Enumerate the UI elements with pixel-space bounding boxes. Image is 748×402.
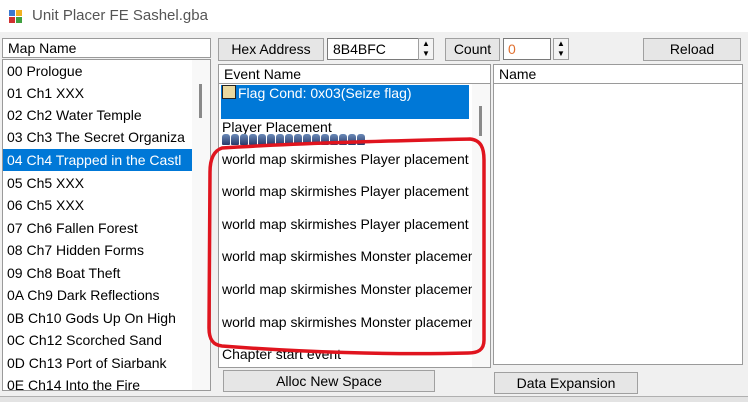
map-list-item[interactable]: 03 Ch3 The Secret Organiza [3,126,192,148]
hex-address-input[interactable]: 8B4BFC [327,38,421,60]
map-name-header-label: Map Name [8,40,77,56]
name-list[interactable] [493,84,743,365]
spin-down-icon[interactable]: ▼ [554,49,568,59]
unit-sprite-icon [303,134,311,145]
unit-sprite-icon [294,134,302,145]
hex-address-button[interactable]: Hex Address [218,38,324,61]
map-list-item[interactable]: 05 Ch5 XXX [3,172,192,194]
map-list-item[interactable]: 02 Ch2 Water Temple [3,104,192,126]
map-list[interactable]: 00 Prologue 01 Ch1 XXX 02 Ch2 Water Temp… [2,59,211,391]
map-list-item[interactable]: 0E Ch14 Into the Fire [3,374,192,390]
count-spinner[interactable]: ▲ ▼ [553,38,569,60]
count-input[interactable]: 0 [503,38,551,60]
event-name-column-header[interactable]: Event Name [218,64,491,84]
event-list-item[interactable]: world map skirmishes Player placement [222,151,472,167]
map-list-item[interactable]: 0A Ch9 Dark Reflections [3,284,192,306]
unit-sprites-row [222,134,365,146]
map-list-item[interactable]: 0C Ch12 Scorched Sand [3,329,192,351]
unit-sprite-icon [276,134,284,145]
unit-sprite-icon [222,134,230,145]
unit-sprite-icon [357,134,365,145]
unit-sprite-icon [267,134,275,145]
name-header-label: Name [499,66,537,82]
map-list-item[interactable]: 0B Ch10 Gods Up On High [3,307,192,329]
spin-up-icon[interactable]: ▲ [554,39,568,49]
event-list-item[interactable]: Player Placement [222,119,472,135]
unit-sprite-icon [339,134,347,145]
event-list-item[interactable]: world map skirmishes Monster placement [222,281,472,297]
event-list-item[interactable]: world map skirmishes Monster placement [222,248,472,264]
unit-sprite-icon [330,134,338,145]
event-name-header-label: Event Name [224,66,302,82]
event-list-item[interactable]: Chapter start event [222,346,472,362]
app-icon [9,10,22,23]
count-button[interactable]: Count [445,38,500,61]
unit-sprite-icon [321,134,329,145]
event-list-scrollbar[interactable] [472,84,490,367]
event-flag-icon [222,85,236,99]
data-expansion-button[interactable]: Data Expansion [494,372,638,394]
reload-button[interactable]: Reload [643,38,741,61]
unit-sprite-icon [258,134,266,145]
event-list-item[interactable]: world map skirmishes Player placement [222,216,472,232]
unit-sprite-icon [312,134,320,145]
hex-address-spinner[interactable]: ▲ ▼ [418,38,434,60]
unit-sprite-icon [240,134,248,145]
event-list-scroll-thumb[interactable] [479,106,482,136]
event-list-item[interactable]: world map skirmishes Monster placement [222,314,472,330]
event-list[interactable]: Flag Cond: 0x03(Seize flag) Player Place… [218,84,491,368]
window-title: Unit Placer FE Sashel.gba [32,7,208,24]
alloc-new-space-button[interactable]: Alloc New Space [223,370,435,392]
bottom-edge [0,396,748,402]
map-list-item[interactable]: 07 Ch6 Fallen Forest [3,217,192,239]
map-list-item[interactable]: 01 Ch1 XXX [3,82,192,104]
map-list-item[interactable]: 00 Prologue [3,60,192,82]
map-list-item[interactable]: 06 Ch5 XXX [3,194,192,216]
map-list-scroll-thumb[interactable] [199,84,202,118]
unit-sprite-icon [285,134,293,145]
map-list-item[interactable]: 09 Ch8 Boat Theft [3,262,192,284]
event-item-label: Flag Cond: 0x03(Seize flag) [238,85,412,101]
unit-sprite-icon [249,134,257,145]
unit-sprite-icon [348,134,356,145]
map-name-column-header[interactable]: Map Name [2,38,211,58]
unit-sprite-icon [231,134,239,145]
event-list-item[interactable]: world map skirmishes Player placement [222,183,472,199]
spin-down-icon[interactable]: ▼ [419,49,433,59]
map-list-item-selected[interactable]: 04 Ch4 Trapped in the Castl [3,149,192,171]
event-list-item-selected[interactable]: Flag Cond: 0x03(Seize flag) [221,85,469,119]
spin-up-icon[interactable]: ▲ [419,39,433,49]
name-column-header[interactable]: Name [493,64,743,84]
map-list-item[interactable]: 08 Ch7 Hidden Forms [3,239,192,261]
map-list-item[interactable]: 0D Ch13 Port of Siarbank [3,352,192,374]
map-list-scrollbar[interactable] [192,60,210,390]
